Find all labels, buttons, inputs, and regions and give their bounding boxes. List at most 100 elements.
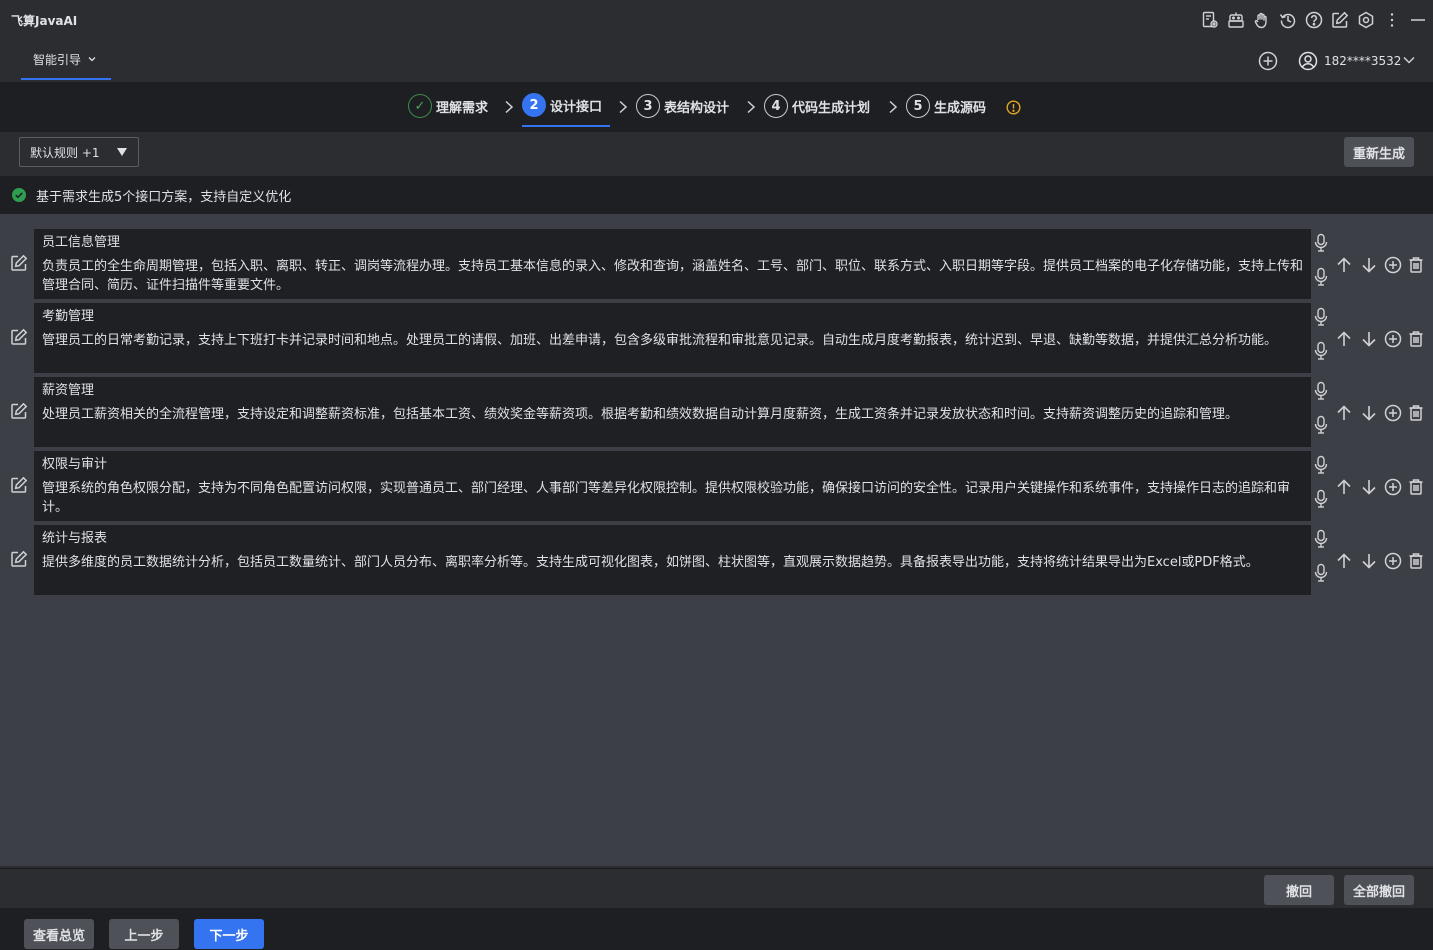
add-circle-icon[interactable] — [1384, 256, 1402, 274]
rule-bar: 默认规则 +1 重新生成 — [0, 132, 1433, 176]
step-number: 3 — [636, 94, 660, 118]
interface-title: 员工信息管理 — [42, 235, 121, 250]
hand-icon[interactable] — [1253, 11, 1271, 29]
interface-card[interactable]: 考勤管理管理员工的日常考勤记录，支持上下班打卡并记录时间和地点。处理员工的请假、… — [34, 303, 1311, 373]
history-icon[interactable] — [1279, 11, 1297, 29]
user-phone: 182****3532 — [1324, 54, 1402, 68]
move-down-icon[interactable] — [1360, 256, 1378, 274]
user-account[interactable]: 182****3532 — [1298, 50, 1401, 72]
move-down-icon[interactable] — [1360, 478, 1378, 496]
document-settings-icon[interactable] — [1201, 11, 1219, 29]
interface-item: 薪资管理处理员工薪资相关的全流程管理，支持设定和调整薪资标准，包括基本工资、绩效… — [0, 377, 1433, 447]
interface-title: 统计与报表 — [42, 531, 108, 546]
step-generate-source[interactable]: 5 生成源码 — [906, 93, 986, 119]
settings-icon[interactable] — [1357, 11, 1375, 29]
add-circle-icon[interactable] — [1384, 330, 1402, 348]
move-down-icon[interactable] — [1360, 404, 1378, 422]
step-design-interface[interactable]: 2 设计接口 — [522, 92, 602, 118]
step-number: 2 — [522, 93, 546, 117]
app-title: 飞算JavaAI — [11, 14, 78, 28]
delete-icon[interactable] — [1407, 404, 1425, 422]
robot-icon[interactable] — [1227, 11, 1245, 29]
step-number: 4 — [764, 94, 788, 118]
chevron-down-icon[interactable] — [1402, 53, 1416, 67]
rule-select[interactable]: 默认规则 +1 — [19, 137, 139, 167]
microphone-icon[interactable] — [1313, 489, 1329, 509]
move-up-icon[interactable] — [1335, 552, 1353, 570]
undo-button[interactable]: 撤回 — [1264, 875, 1334, 905]
add-circle-icon[interactable] — [1384, 478, 1402, 496]
step-table-design[interactable]: 3 表结构设计 — [636, 93, 729, 119]
tab-label: 智能引导 — [33, 52, 82, 67]
edit-icon[interactable] — [10, 476, 28, 494]
microphone-icon[interactable] — [1313, 233, 1329, 253]
microphone-icon[interactable] — [1313, 415, 1329, 435]
undo-all-button[interactable]: 全部撤回 — [1344, 875, 1414, 905]
interface-item: 统计与报表提供多维度的员工数据统计分析，包括员工数量统计、部门人员分布、离职率分… — [0, 525, 1433, 595]
move-down-icon[interactable] — [1360, 552, 1378, 570]
tab-smart-guide[interactable]: 智能引导 — [21, 40, 111, 80]
edit-icon[interactable] — [10, 254, 28, 272]
delete-icon[interactable] — [1407, 478, 1425, 496]
edit-icon[interactable] — [10, 402, 28, 420]
next-step-button[interactable]: 下一步 — [194, 919, 264, 949]
microphone-icon[interactable] — [1313, 341, 1329, 361]
interface-title: 薪资管理 — [42, 383, 95, 398]
step-label: 表结构设计 — [664, 100, 730, 116]
add-circle-icon[interactable] — [1258, 51, 1278, 71]
notice-bar: 基于需求生成5个接口方案，支持自定义优化 — [0, 176, 1433, 214]
interface-title: 权限与审计 — [42, 457, 108, 472]
move-up-icon[interactable] — [1335, 256, 1353, 274]
edit-note-icon[interactable] — [1331, 11, 1349, 29]
microphone-icon[interactable] — [1313, 529, 1329, 549]
edit-icon[interactable] — [10, 328, 28, 346]
interface-card[interactable]: 员工信息管理负责员工的全生命周期管理，包括入职、离职、转正、调岗等流程办理。支持… — [34, 229, 1311, 299]
view-overview-button[interactable]: 查看总览 — [24, 919, 94, 949]
microphone-icon[interactable] — [1313, 267, 1329, 287]
microphone-icon[interactable] — [1313, 381, 1329, 401]
edit-icon[interactable] — [10, 550, 28, 568]
microphone-icon[interactable] — [1313, 455, 1329, 475]
history-bar: 撤回 全部撤回 — [0, 868, 1433, 908]
minimize-icon[interactable] — [1409, 11, 1427, 29]
step-understand-requirements[interactable]: ✓ 理解需求 — [408, 93, 488, 119]
interface-description: 负责员工的全生命周期管理，包括入职、离职、转正、调岗等流程办理。支持员工基本信息… — [42, 259, 1304, 293]
interface-card[interactable]: 权限与审计 管理系统的角色权限分配，支持为不同角色配置访问权限，实现普通员工、部门… — [34, 451, 1311, 521]
interface-card[interactable]: 统计与报表提供多维度的员工数据统计分析，包括员工数量统计、部门人员分布、离职率分… — [34, 525, 1311, 595]
footer-bar: 查看总览 上一步 下一步 — [0, 908, 1433, 950]
microphone-icon[interactable] — [1313, 563, 1329, 583]
step-code-plan[interactable]: 4 代码生成计划 — [764, 93, 870, 119]
delete-icon[interactable] — [1407, 256, 1425, 274]
delete-icon[interactable] — [1407, 552, 1425, 570]
interface-card[interactable]: 薪资管理处理员工薪资相关的全流程管理，支持设定和调整薪资标准，包括基本工资、绩效… — [34, 377, 1311, 447]
step-label: 理解需求 — [436, 100, 489, 116]
info-icon[interactable] — [1006, 100, 1021, 115]
nav-row: 智能引导 182****3532 — [0, 40, 1433, 82]
regenerate-button[interactable]: 重新生成 — [1344, 137, 1414, 167]
move-up-icon[interactable] — [1335, 478, 1353, 496]
microphone-icon[interactable] — [1313, 307, 1329, 327]
interface-description: 提供多维度的员工数据统计分析，包括员工数量统计、部门人员分布、离职率分析等。支持… — [42, 555, 1259, 570]
success-check-icon — [12, 188, 26, 202]
help-icon[interactable] — [1305, 11, 1323, 29]
check-icon: ✓ — [408, 94, 432, 118]
step-label: 设计接口 — [550, 99, 603, 115]
title-bar: 飞算JavaAI — [0, 0, 1433, 40]
more-menu-icon[interactable] — [1383, 11, 1401, 29]
step-indicator: ✓ 理解需求 2 设计接口 3 表结构设计 4 代码生成计划 5 生成源码 — [0, 82, 1433, 132]
interface-description: 管理员工的日常考勤记录，支持上下班打卡并记录时间和地点。处理员工的请假、加班、出… — [42, 333, 1278, 348]
step-label: 生成源码 — [934, 100, 987, 116]
chevron-down-icon — [88, 57, 96, 62]
interface-item: 员工信息管理负责员工的全生命周期管理，包括入职、离职、转正、调岗等流程办理。支持… — [0, 229, 1433, 299]
interface-item: 权限与审计 管理系统的角色权限分配，支持为不同角色配置访问权限，实现普通员工、部门… — [0, 451, 1433, 521]
add-circle-icon[interactable] — [1384, 552, 1402, 570]
delete-icon[interactable] — [1407, 330, 1425, 348]
move-up-icon[interactable] — [1335, 330, 1353, 348]
move-down-icon[interactable] — [1360, 330, 1378, 348]
interface-list: 员工信息管理负责员工的全生命周期管理，包括入职、离职、转正、调岗等流程办理。支持… — [0, 214, 1433, 866]
previous-step-button[interactable]: 上一步 — [109, 919, 179, 949]
interface-title: 考勤管理 — [42, 309, 95, 324]
add-circle-icon[interactable] — [1384, 404, 1402, 422]
move-up-icon[interactable] — [1335, 404, 1353, 422]
interface-description: 处理员工薪资相关的全流程管理，支持设定和调整薪资标准，包括基本工资、绩效奖金等薪… — [42, 407, 1239, 422]
